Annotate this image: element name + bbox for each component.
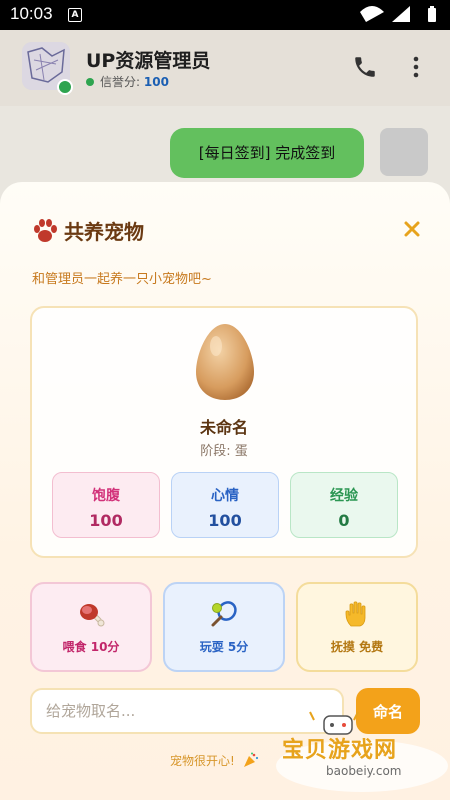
pet-stage: 阶段: 蛋: [200, 444, 248, 459]
more-options-button[interactable]: [408, 54, 424, 80]
status-bar: 10:03 A: [0, 0, 450, 30]
stat-value: 0: [338, 511, 350, 530]
stat-hunger: 饱腹 100: [52, 472, 160, 538]
chat-header: UP资源管理员 信誉分: 100: [0, 30, 450, 106]
credit-value: 100: [143, 75, 169, 89]
play-button[interactable]: 玩耍 5分: [163, 582, 285, 672]
my-avatar[interactable]: [380, 128, 428, 176]
close-icon: [404, 221, 420, 237]
stat-label: 经验: [330, 488, 358, 504]
sheet-subtitle: 和管理员一起养一只小宠物吧~: [32, 272, 212, 287]
stat-experience: 经验 0: [290, 472, 398, 538]
egg-icon[interactable]: [194, 322, 256, 402]
sheet-title-text: 共养宠物: [64, 220, 144, 244]
feed-button[interactable]: 喂食 10分: [30, 582, 152, 672]
credit-label: 信誉分:: [100, 75, 141, 89]
more-vertical-icon: [413, 56, 419, 78]
stroke-label: 抚摸 免费: [330, 640, 384, 654]
stroke-button[interactable]: 抚摸 免费: [296, 582, 418, 672]
pet-card: 未命名 阶段: 蛋 饱腹 100 心情 100 经验 0: [30, 306, 418, 558]
stat-value: 100: [208, 511, 242, 530]
online-indicator: [57, 79, 73, 95]
status-dot-icon: [86, 78, 94, 86]
status-time: 10:03: [10, 4, 53, 23]
pet-status-text: 宠物很开心!: [170, 754, 235, 768]
hand-icon: [345, 601, 366, 627]
close-button[interactable]: [401, 218, 423, 240]
chat-title: UP资源管理员: [86, 50, 211, 72]
stat-label: 饱腹: [92, 488, 120, 504]
stat-mood: 心情 100: [171, 472, 279, 538]
phone-call-button[interactable]: [352, 54, 378, 80]
pet-status-message: 宠物很开心!: [170, 752, 259, 769]
watermark-text: 宝贝游戏网: [282, 738, 398, 763]
tennis-icon: [211, 601, 237, 627]
stat-value: 100: [89, 511, 123, 530]
wifi-signal-battery-icon: [360, 6, 436, 22]
pet-name: 未命名: [199, 418, 248, 437]
credit-info: 信誉分: 100: [86, 73, 169, 90]
paw-icon: [34, 219, 57, 242]
play-label: 玩耍 5分: [199, 640, 249, 654]
party-popper-icon: [243, 752, 258, 767]
chat-message-bubble[interactable]: [每日签到] 完成签到: [170, 128, 364, 178]
watermark-url: baobeiy.com: [326, 764, 402, 778]
phone-icon: [355, 57, 375, 77]
stat-label: 心情: [211, 488, 239, 504]
system-icons: [360, 6, 440, 28]
feed-label: 喂食 10分: [62, 640, 120, 654]
sheet-title: 共养宠物: [32, 216, 144, 245]
meat-icon: [80, 604, 105, 627]
notification-icon: A: [68, 8, 82, 22]
